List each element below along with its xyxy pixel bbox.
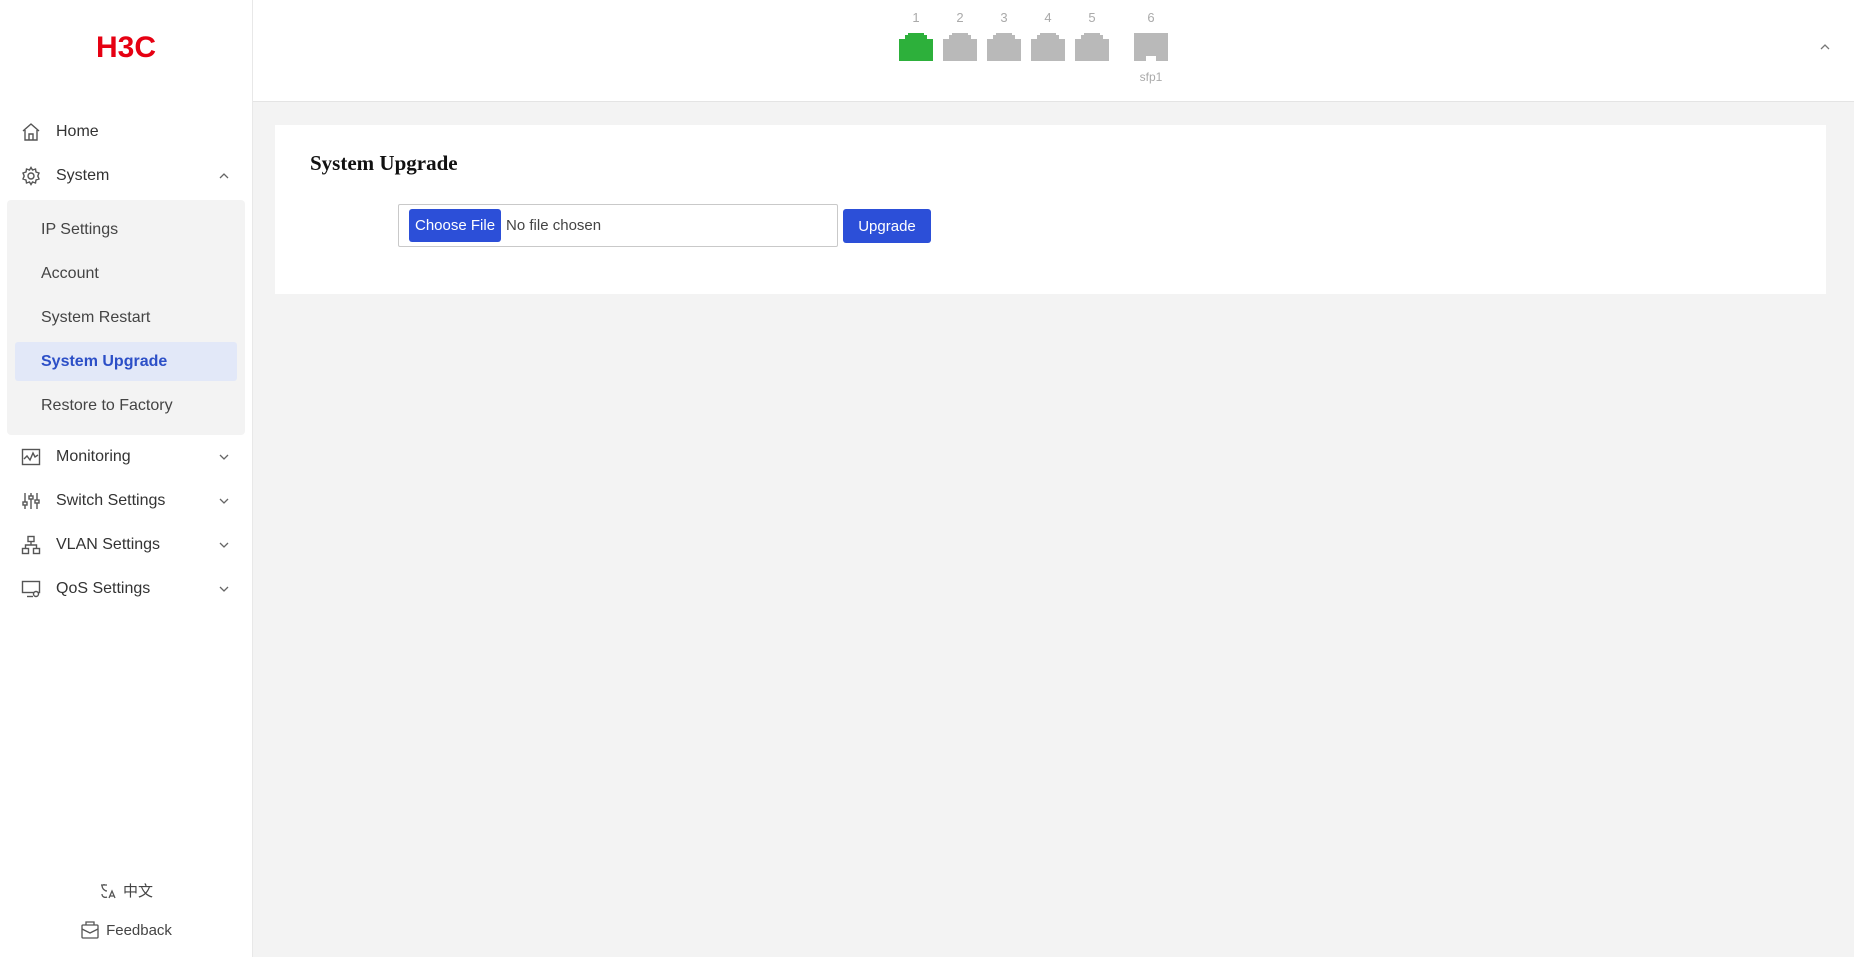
home-icon — [20, 121, 42, 143]
page-title: System Upgrade — [310, 151, 458, 175]
choose-file-button[interactable]: Choose File — [409, 209, 502, 242]
sidebar-subitem-account[interactable]: Account — [15, 254, 237, 293]
port-number: 6 — [1147, 10, 1155, 25]
sidebar-subitem-ip-settings[interactable]: IP Settings — [15, 210, 237, 249]
file-status-text: No file chosen — [506, 217, 602, 234]
monitoring-icon — [20, 446, 42, 468]
chevron-down-icon — [219, 542, 229, 548]
sfp-port-icon — [1134, 33, 1168, 61]
language-switch-area: 中文 — [0, 880, 252, 905]
chevron-up-icon — [219, 173, 229, 179]
port-6[interactable]: 6 sfp1 — [1134, 9, 1168, 84]
port-number: 5 — [1088, 10, 1096, 25]
sidebar-item-label: VLAN Settings — [56, 536, 161, 553]
sidebar-item-qos-settings[interactable]: QoS Settings — [0, 567, 252, 611]
feedback-label: Feedback — [106, 921, 172, 939]
feedback-area: Feedback — [0, 920, 252, 945]
language-icon — [100, 883, 116, 898]
system-upgrade-card: System Upgrade Choose File No file chose… — [275, 125, 1826, 294]
sidebar: H3C Home System IP Settings Account Syst… — [0, 0, 253, 957]
gear-icon — [20, 165, 42, 187]
sidebar-subitem-system-restart[interactable]: System Restart — [15, 298, 237, 337]
file-input[interactable]: Choose File No file chosen — [398, 204, 838, 247]
chevron-down-icon — [219, 498, 229, 504]
port-4[interactable]: 4 — [1031, 9, 1065, 66]
port-1[interactable]: 1 — [899, 9, 933, 66]
collapse-header-chevron-up-icon[interactable] — [1818, 40, 1832, 54]
port-sub-label: sfp1 — [1139, 70, 1163, 84]
sidebar-item-switch-settings[interactable]: Switch Settings — [0, 479, 252, 523]
sidebar-item-home[interactable]: Home — [0, 110, 252, 154]
app-root: H3C Home System IP Settings Account Syst… — [0, 0, 1854, 957]
language-label: 中文 — [122, 883, 153, 900]
sliders-icon — [20, 490, 42, 512]
sidebar-item-label: Home — [56, 123, 99, 140]
sidebar-subitem-system-upgrade[interactable]: System Upgrade — [15, 342, 237, 381]
language-switch[interactable]: 中文 — [99, 880, 153, 901]
chevron-down-icon — [219, 454, 229, 460]
sidebar-nav: Home System IP Settings Account System R… — [0, 110, 252, 611]
top-header: 1 2 3 4 5 6 sfp1 — [253, 0, 1854, 102]
h3c-logo[interactable]: H3C — [76, 31, 176, 64]
qos-icon — [20, 578, 42, 600]
feedback-link[interactable]: Feedback — [80, 920, 172, 940]
sidebar-item-label: Monitoring — [56, 448, 131, 465]
chevron-down-icon — [219, 586, 229, 592]
feedback-icon — [81, 921, 99, 939]
sidebar-item-label: System — [56, 167, 110, 184]
port-2[interactable]: 2 — [943, 9, 977, 66]
sidebar-item-label: QoS Settings — [56, 580, 151, 597]
ethernet-port-icon — [943, 33, 977, 61]
ethernet-port-icon — [1075, 33, 1109, 61]
logo-text: H3C — [96, 33, 156, 61]
sidebar-subitem-restore-to-factory[interactable]: Restore to Factory — [15, 386, 237, 425]
port-number: 2 — [956, 10, 964, 25]
system-submenu: IP Settings Account System Restart Syste… — [7, 200, 245, 435]
port-number: 3 — [1000, 10, 1008, 25]
sidebar-item-system[interactable]: System — [0, 154, 252, 198]
sidebar-item-vlan-settings[interactable]: VLAN Settings — [0, 523, 252, 567]
ethernet-port-icon — [987, 33, 1021, 61]
sidebar-item-monitoring[interactable]: Monitoring — [0, 435, 252, 479]
ethernet-port-icon — [1031, 33, 1065, 61]
port-number: 4 — [1044, 10, 1052, 25]
port-number: 1 — [912, 10, 920, 25]
port-5[interactable]: 5 — [1075, 9, 1109, 66]
sidebar-item-label: Switch Settings — [56, 492, 166, 509]
ethernet-port-icon — [899, 33, 933, 61]
logo-mark: H3C — [96, 31, 156, 64]
network-icon — [20, 534, 42, 556]
port-3[interactable]: 3 — [987, 9, 1021, 66]
upgrade-button[interactable]: Upgrade — [843, 209, 931, 243]
